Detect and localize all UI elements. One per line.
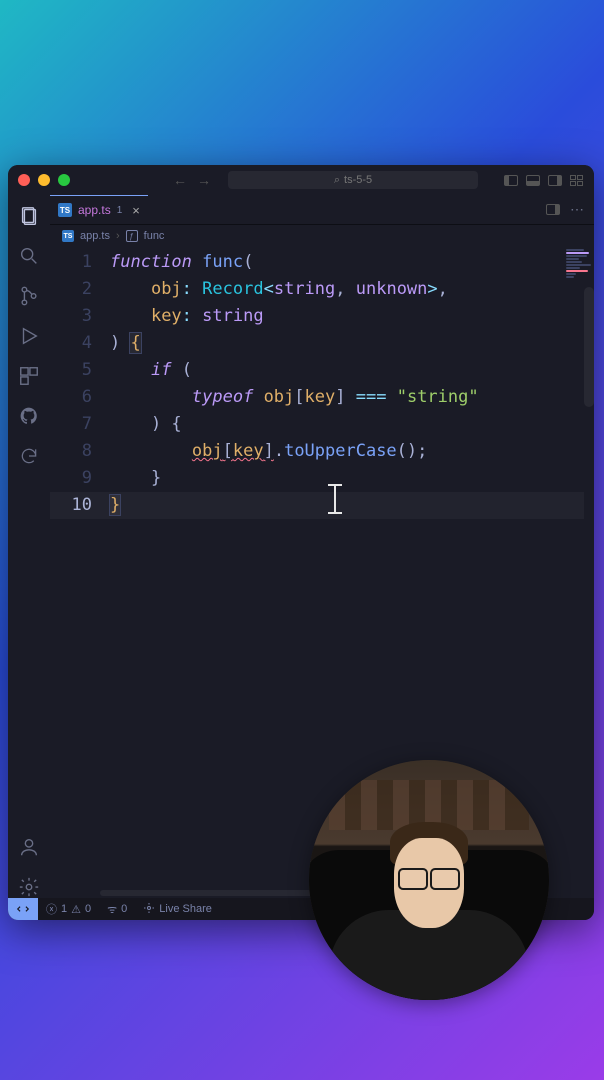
warning-icon: ⚠ xyxy=(71,903,81,916)
line-number-gutter: 12345678910 xyxy=(50,247,110,888)
error-icon: ⓧ xyxy=(46,901,57,917)
close-tab-icon[interactable]: × xyxy=(132,203,140,218)
editor-tabs: TS app.ts 1 × ⋯ xyxy=(50,195,594,225)
typescript-file-icon: TS xyxy=(62,230,74,242)
webcam-overlay xyxy=(309,760,549,1000)
nav-forward-icon[interactable]: → xyxy=(197,172,211,188)
chevron-right-icon: › xyxy=(116,230,120,242)
layout-controls xyxy=(504,175,584,186)
radio-tower-icon: ᯤ xyxy=(107,902,117,917)
settings-gear-icon[interactable] xyxy=(18,876,40,898)
more-actions-icon[interactable]: ⋯ xyxy=(570,201,584,218)
live-share-icon xyxy=(143,902,155,917)
sync-icon[interactable] xyxy=(18,445,40,467)
nav-back-icon[interactable]: ← xyxy=(173,172,187,188)
close-window-button[interactable] xyxy=(18,174,30,186)
maximize-window-button[interactable] xyxy=(58,174,70,186)
source-control-icon[interactable] xyxy=(18,285,40,307)
breadcrumb-symbol: func xyxy=(144,230,165,242)
warning-count: 0 xyxy=(85,903,91,915)
toggle-panel-icon[interactable] xyxy=(526,175,540,186)
tab-app-ts[interactable]: TS app.ts 1 × xyxy=(50,195,148,224)
search-icon: ⌕ xyxy=(334,174,340,187)
search-activity-icon[interactable] xyxy=(18,245,40,267)
title-bar: ← → ⌕ ts-5-5 xyxy=(8,165,594,195)
breadcrumb-file: app.ts xyxy=(80,230,110,242)
ports-count: 0 xyxy=(121,903,127,915)
run-debug-icon[interactable] xyxy=(18,325,40,347)
window-title: ts-5-5 xyxy=(344,174,372,186)
ports-indicator[interactable]: ᯤ 0 xyxy=(99,902,135,917)
nav-arrows: ← → xyxy=(173,172,211,188)
github-icon[interactable] xyxy=(18,405,40,427)
toggle-sidebar-icon[interactable] xyxy=(504,175,518,186)
breadcrumbs[interactable]: TS app.ts › ƒ func xyxy=(50,225,594,247)
remote-indicator[interactable] xyxy=(8,898,38,920)
tab-label: app.ts xyxy=(78,203,111,217)
customize-layout-icon[interactable] xyxy=(570,175,584,186)
error-count: 1 xyxy=(61,903,67,915)
typescript-file-icon: TS xyxy=(58,203,72,217)
minimize-window-button[interactable] xyxy=(38,174,50,186)
vertical-scrollbar[interactable] xyxy=(584,287,594,407)
tab-modified-indicator: 1 xyxy=(117,205,123,216)
extensions-icon[interactable] xyxy=(18,365,40,387)
explorer-icon[interactable] xyxy=(18,205,40,227)
toggle-secondary-sidebar-icon[interactable] xyxy=(548,175,562,186)
command-center[interactable]: ⌕ ts-5-5 xyxy=(228,171,478,189)
live-share-button[interactable]: Live Share xyxy=(135,902,220,917)
live-share-label: Live Share xyxy=(159,903,212,915)
split-editor-icon[interactable] xyxy=(546,204,560,215)
traffic-lights xyxy=(18,174,70,186)
activity-bar xyxy=(8,195,50,898)
function-symbol-icon: ƒ xyxy=(126,230,138,242)
accounts-icon[interactable] xyxy=(18,836,40,858)
problems-indicator[interactable]: ⓧ 1 ⚠ 0 xyxy=(38,901,99,917)
